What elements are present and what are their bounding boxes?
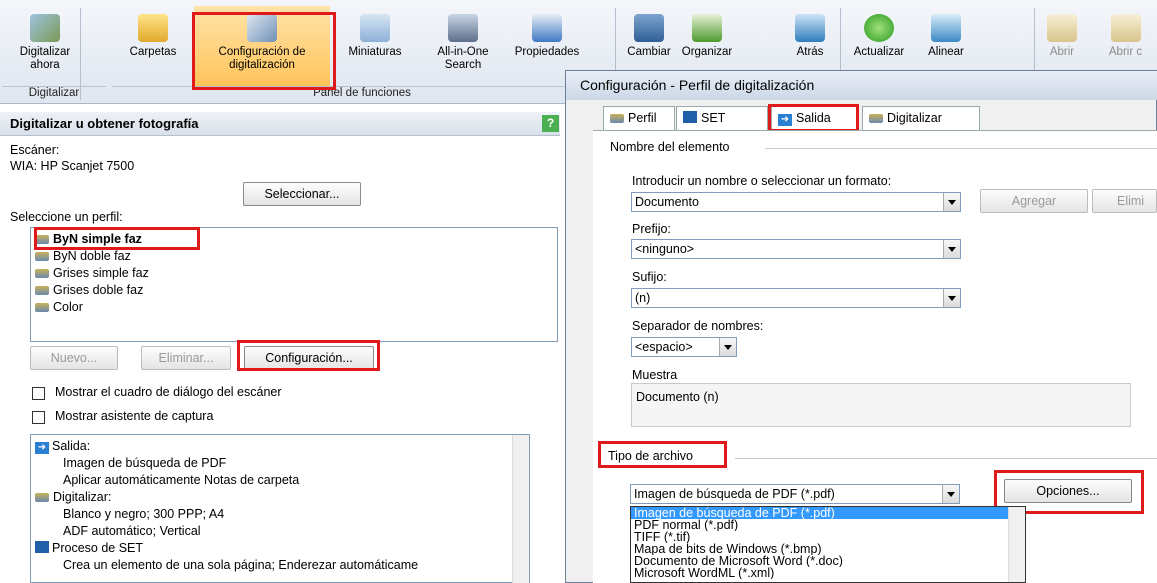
tab-perfil[interactable]: Perfil	[603, 106, 675, 130]
scanner-icon	[35, 303, 49, 312]
scan-now-button[interactable]: Digitalizar ahora	[14, 6, 76, 86]
list-item[interactable]: Mapa de bits de Windows (*.bmp)	[631, 543, 1025, 555]
configuration-button[interactable]: Configuración...	[244, 346, 374, 370]
suffix-combo[interactable]: (n)	[631, 288, 961, 308]
tab-salida[interactable]: ➜ Salida	[771, 106, 859, 130]
output-arrow-icon: ➜	[778, 114, 792, 126]
scanner-icon	[35, 286, 49, 295]
chevron-down-icon[interactable]	[942, 485, 959, 503]
show-scanner-dialog-label: Mostrar el cuadro de diálogo del escáner	[55, 385, 282, 399]
chevron-down-icon[interactable]	[719, 338, 736, 356]
item-name-section: Nombre del elemento	[610, 140, 730, 154]
all-in-one-search-button[interactable]: All-in-One Search	[418, 6, 508, 86]
list-item: Imagen de búsqueda de PDF	[63, 456, 227, 470]
profile-summary: ➜ Salida: Imagen de búsqueda de PDF Aplic…	[30, 434, 530, 583]
scan-settings-button[interactable]: Configuración de digitalización	[194, 6, 330, 86]
add-button[interactable]: Agregar	[980, 189, 1088, 213]
suffix-label: Sufijo:	[632, 270, 667, 284]
list-item[interactable]: ByN simple faz	[31, 231, 557, 248]
dialog-title: Configuración - Perfil de digitalización	[566, 71, 1157, 100]
tab-digitalizar[interactable]: Digitalizar	[862, 106, 980, 130]
thumbnails-button[interactable]: Miniaturas	[334, 6, 416, 86]
list-item: Crea un elemento de una sola página; End…	[63, 558, 419, 572]
help-icon[interactable]: ?	[542, 115, 559, 132]
filetype-combo[interactable]: Imagen de búsqueda de PDF (*.pdf)	[630, 484, 960, 504]
chevron-down-icon[interactable]	[943, 193, 960, 211]
set-icon	[683, 111, 697, 123]
separator-label: Separador de nombres:	[632, 319, 764, 333]
scanner-icon	[35, 269, 49, 278]
group-panel-funciones: Panel de funciones	[112, 86, 612, 102]
name-format-combo[interactable]: Documento	[631, 192, 961, 212]
list-item[interactable]: ByN doble faz	[31, 248, 557, 265]
name-label: Introducir un nombre o seleccionar un fo…	[632, 174, 892, 188]
list-item[interactable]: Grises simple faz	[31, 265, 557, 282]
prefix-combo[interactable]: <ninguno>	[631, 239, 961, 259]
search-binoculars-icon	[448, 14, 478, 42]
list-item[interactable]: Grises doble faz	[31, 282, 557, 299]
show-scanner-dialog-checkbox[interactable]	[32, 387, 45, 400]
folder-icon	[138, 14, 168, 42]
refresh-icon	[864, 14, 894, 42]
list-item[interactable]: TIFF (*.tif)	[631, 531, 1025, 543]
scanner-icon	[35, 493, 49, 502]
list-item[interactable]: Microsoft WordML (*.xml)	[631, 567, 1025, 579]
folders-button[interactable]: Carpetas	[124, 6, 182, 86]
list-item: Blanco y negro; 300 PPP; A4	[63, 507, 225, 521]
profile-icon	[610, 114, 624, 123]
dropdown-scrollbar[interactable]	[1008, 507, 1025, 582]
summary-scrollbar[interactable]	[512, 435, 529, 583]
select-scanner-button[interactable]: Seleccionar...	[243, 182, 361, 206]
open-with-icon	[1110, 14, 1141, 42]
list-item: Proceso de SET	[31, 540, 529, 557]
options-button[interactable]: Opciones...	[1004, 479, 1132, 503]
profile-list[interactable]: ByN simple faz ByN doble faz Grises simp…	[30, 227, 558, 342]
list-item[interactable]: Color	[31, 299, 557, 316]
list-item: ADF automático; Vertical	[63, 524, 201, 538]
back-icon	[795, 14, 825, 42]
align-icon	[931, 14, 961, 42]
tab-set[interactable]: SET	[676, 106, 768, 130]
sample-label: Muestra	[632, 368, 678, 382]
organize-icon	[692, 14, 722, 42]
delete-format-button[interactable]: Elimi	[1092, 189, 1157, 213]
prefix-label: Prefijo:	[632, 222, 671, 236]
scan-icon	[30, 14, 60, 42]
sample-preview: Documento (n)	[631, 383, 1131, 427]
scanner-value: WIA: HP Scanjet 7500	[10, 159, 135, 173]
thumbnails-icon	[360, 14, 390, 42]
profile-label: Seleccione un perfil:	[10, 210, 123, 224]
list-item: Digitalizar:	[31, 489, 529, 506]
scanner-icon	[869, 114, 883, 123]
chevron-down-icon[interactable]	[943, 240, 960, 258]
scanner-label: Escáner:	[10, 143, 60, 157]
set-icon	[35, 541, 49, 553]
open-icon	[1047, 14, 1077, 42]
list-item[interactable]: Imagen de búsqueda de PDF (*.pdf)	[631, 507, 1025, 519]
scan-panel-title: Digitalizar u obtener fotografía	[0, 112, 560, 136]
output-arrow-icon: ➜	[35, 442, 49, 454]
filetype-section: Tipo de archivo	[608, 449, 693, 463]
show-capture-wizard-checkbox[interactable]	[32, 411, 45, 424]
show-capture-wizard-label: Mostrar asistente de captura	[55, 409, 214, 423]
delete-profile-button[interactable]: Eliminar...	[141, 346, 231, 370]
list-item[interactable]: Documento de Microsoft Word (*.doc)	[631, 555, 1025, 567]
change-icon	[634, 14, 664, 42]
list-item[interactable]: PDF normal (*.pdf)	[631, 519, 1025, 531]
new-profile-button[interactable]: Nuevo...	[30, 346, 118, 370]
list-item: Aplicar automáticamente Notas de carpeta	[63, 473, 300, 487]
separator-combo[interactable]: <espacio>	[631, 337, 737, 357]
scan-settings-icon	[247, 14, 277, 42]
filetype-dropdown[interactable]: Imagen de búsqueda de PDF (*.pdf) PDF no…	[630, 506, 1026, 583]
scanner-icon	[35, 252, 49, 261]
list-item: ➜ Salida:	[31, 438, 529, 455]
chevron-down-icon[interactable]	[943, 289, 960, 307]
properties-icon	[532, 14, 562, 42]
group-digitalizar: Digitalizar	[2, 86, 106, 102]
scanner-icon	[35, 235, 49, 244]
